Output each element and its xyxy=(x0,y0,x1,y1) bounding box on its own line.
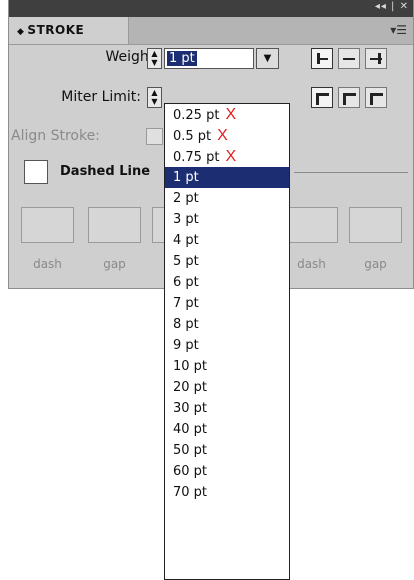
dropdown-item-label: 8 pt xyxy=(173,317,199,332)
dashed-line-checkbox[interactable] xyxy=(24,160,48,184)
dropdown-item-label: 40 pt xyxy=(173,422,208,437)
chevron-down-icon: ▼ xyxy=(263,53,272,64)
dropdown-item[interactable]: 70 pt xyxy=(165,482,289,503)
weight-value: 1 pt xyxy=(167,51,197,66)
dropdown-item[interactable]: 7 pt xyxy=(165,293,289,314)
panel-titlebar[interactable]: ◂◂ | ✕ xyxy=(9,0,413,17)
round-cap-icon xyxy=(343,58,355,60)
dropdown-item-label: 4 pt xyxy=(173,233,199,248)
dropdown-item-label: 0.5 pt xyxy=(173,129,212,144)
dropdown-item[interactable]: 30 pt xyxy=(165,398,289,419)
dropdown-item-label: 7 pt xyxy=(173,296,199,311)
align-stroke-label: Align Stroke: xyxy=(11,128,100,144)
dropdown-item[interactable]: 5 pt xyxy=(165,251,289,272)
dropdown-item-label: 6 pt xyxy=(173,275,199,290)
dash-label-1: dash xyxy=(33,257,62,271)
dropdown-item[interactable]: 10 pt xyxy=(165,356,289,377)
dropdown-item[interactable]: 0.75 pt X xyxy=(165,146,289,167)
dropdown-item-label: 5 pt xyxy=(173,254,199,269)
dropdown-item-label: 0.25 pt xyxy=(173,108,220,123)
weight-dropdown-button[interactable]: ▼ xyxy=(256,48,279,69)
dash-field-3[interactable] xyxy=(285,207,338,243)
miter-limit-label: Miter Limit: xyxy=(61,89,141,105)
weight-stepper[interactable]: ▲ ▼ xyxy=(147,48,162,69)
gap-field-3[interactable] xyxy=(349,207,402,243)
dropdown-item[interactable]: 8 pt xyxy=(165,314,289,335)
miter-limit-stepper[interactable]: ▲ ▼ xyxy=(147,87,162,108)
gap-field-1[interactable] xyxy=(88,207,141,243)
miter-join-button[interactable] xyxy=(311,87,333,108)
weight-label: Weight: xyxy=(105,49,160,65)
dropdown-item-label: 2 pt xyxy=(173,191,199,206)
dropdown-item-label: 60 pt xyxy=(173,464,208,479)
dropdown-item[interactable]: 3 pt xyxy=(165,209,289,230)
diamond-icon: ◆ xyxy=(17,27,25,37)
round-cap-button[interactable] xyxy=(338,48,360,69)
dropdown-item[interactable]: 50 pt xyxy=(165,440,289,461)
dropdown-item[interactable]: 4 pt xyxy=(165,230,289,251)
align-stroke-center-icon[interactable] xyxy=(146,128,163,145)
dropdown-item-label: 3 pt xyxy=(173,212,199,227)
tab-strip: ◆ STROKE ▾☰ xyxy=(9,17,413,45)
dashed-line-label: Dashed Line xyxy=(60,164,151,179)
dropdown-item-label: 10 pt xyxy=(173,359,208,374)
dropdown-item[interactable]: 40 pt xyxy=(165,419,289,440)
bevel-join-button[interactable] xyxy=(365,87,387,108)
dropdown-item-label: 50 pt xyxy=(173,443,208,458)
dropdown-item-label: 1 pt xyxy=(173,170,199,185)
bevel-join-icon xyxy=(370,93,383,105)
dropdown-item-label: 9 pt xyxy=(173,338,199,353)
round-join-icon xyxy=(343,93,356,105)
separator xyxy=(294,172,408,173)
dropdown-item-label: 0.75 pt xyxy=(173,150,220,165)
dropdown-item-label: 30 pt xyxy=(173,401,208,416)
round-join-button[interactable] xyxy=(338,87,360,108)
gap-label-3: gap xyxy=(364,257,387,271)
dropdown-item[interactable]: 0.5 pt X xyxy=(165,125,289,146)
dash-field-1[interactable] xyxy=(21,207,74,243)
dropdown-item-label: 70 pt xyxy=(173,485,208,500)
butt-cap-button[interactable] xyxy=(311,48,333,69)
dash-label-3: dash xyxy=(297,257,326,271)
dropdown-item[interactable]: 2 pt xyxy=(165,188,289,209)
gap-label-1: gap xyxy=(103,257,126,271)
annotation-x-mark: X xyxy=(225,106,237,123)
collapse-close-icons[interactable]: ◂◂ | ✕ xyxy=(375,1,409,12)
panel-menu-icon[interactable]: ▾☰ xyxy=(390,23,407,37)
dropdown-item[interactable]: 9 pt xyxy=(165,335,289,356)
dropdown-item[interactable]: 20 pt xyxy=(165,377,289,398)
weight-dropdown-list[interactable]: 0.25 pt X 0.5 pt X 0.75 pt X 1 pt 2 pt 3 pt 4 pt 5… xyxy=(164,103,290,580)
dropdown-item-label: 20 pt xyxy=(173,380,208,395)
dropdown-item[interactable]: 0.25 pt X xyxy=(165,104,289,125)
annotation-x-mark: X xyxy=(225,148,237,165)
tab-stroke[interactable]: ◆ STROKE xyxy=(9,17,129,44)
weight-input[interactable]: 1 pt xyxy=(164,48,254,69)
projecting-cap-button[interactable] xyxy=(365,48,387,69)
miter-join-icon xyxy=(316,93,329,105)
annotation-x-mark: X xyxy=(217,127,228,144)
tab-stroke-label: STROKE xyxy=(27,23,85,37)
dropdown-item[interactable]: 60 pt xyxy=(165,461,289,482)
dropdown-item[interactable]: 1 pt xyxy=(165,167,289,188)
dropdown-item[interactable]: 6 pt xyxy=(165,272,289,293)
